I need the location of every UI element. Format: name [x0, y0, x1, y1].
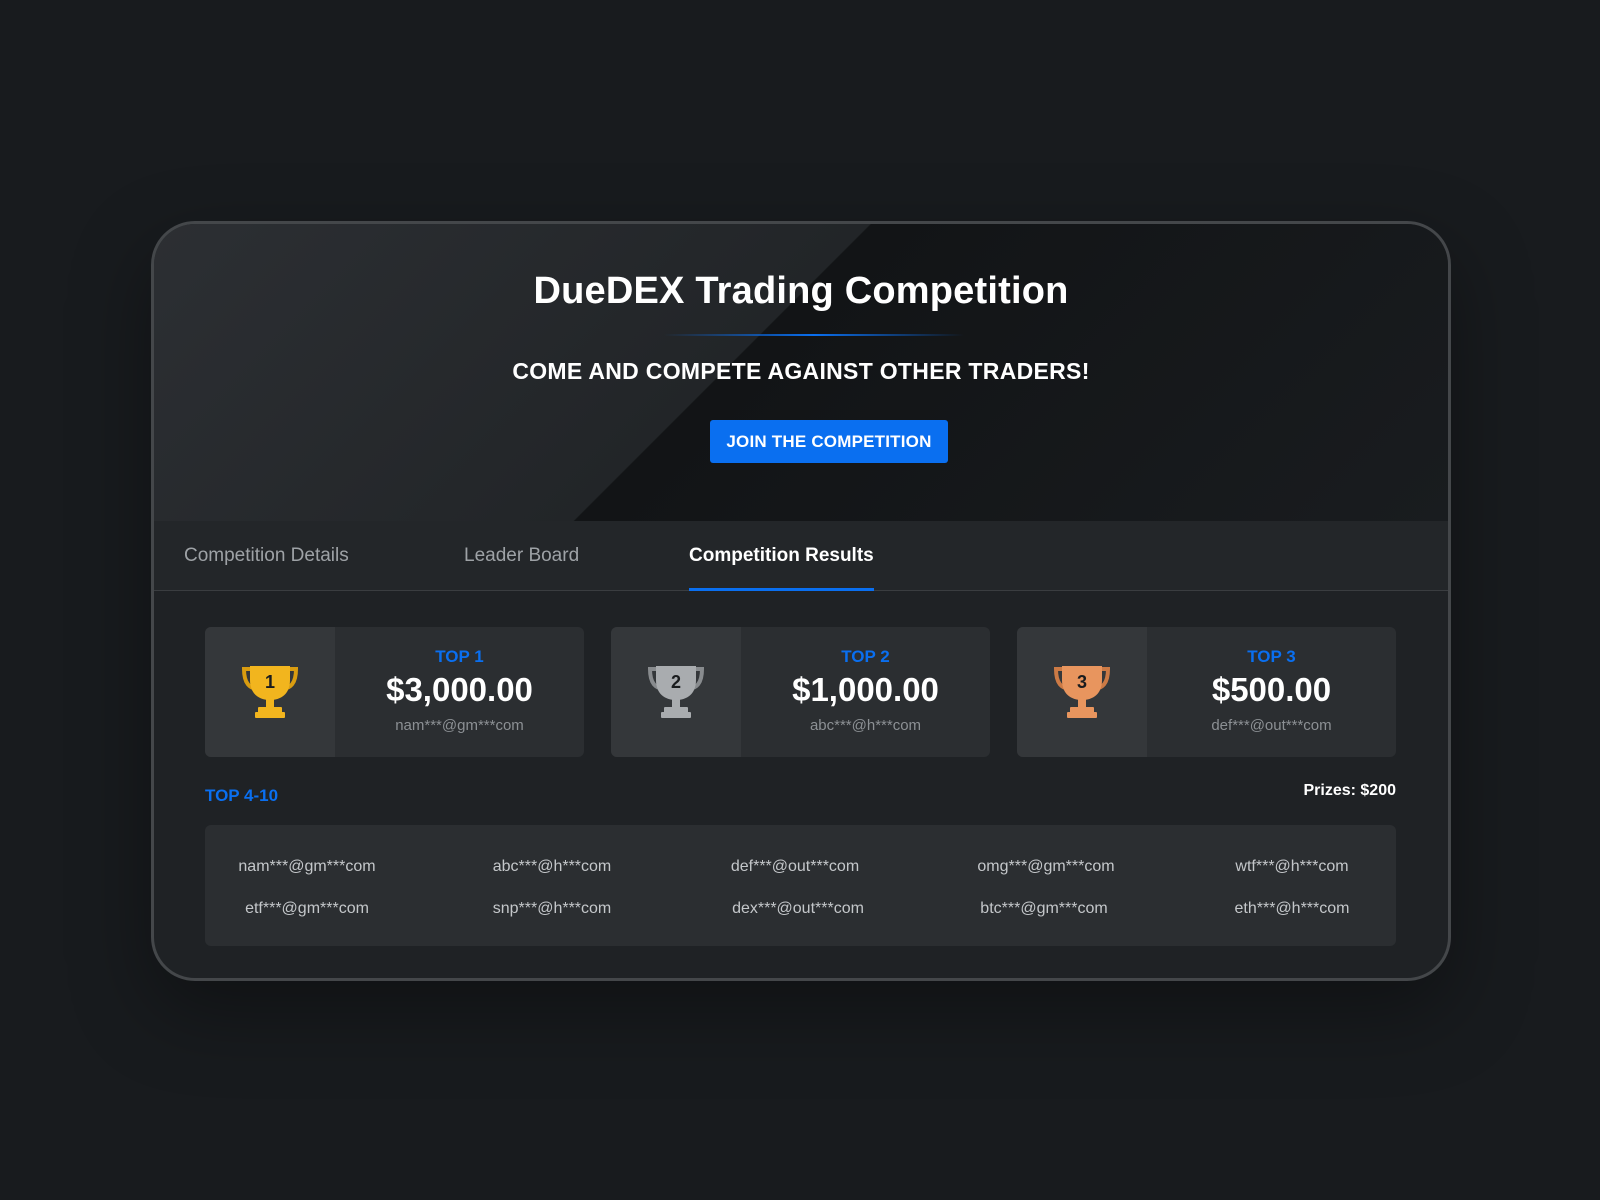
list-item: btc***@gm***com	[980, 900, 1108, 917]
trophy-box: 2	[611, 627, 741, 757]
winner-email: abc***@h***com	[809, 717, 922, 734]
winner-email: def***@out***com	[1211, 717, 1332, 734]
rank-label: TOP 2	[841, 647, 890, 666]
top-4-10-label: TOP 4-10	[205, 786, 279, 805]
list-item: eth***@h***com	[1234, 900, 1350, 917]
page-subtitle: COME AND COMPETE AGAINST OTHER TRADERS!	[512, 358, 1090, 384]
join-competition-button[interactable]: JOIN THE COMPETITION	[710, 420, 948, 463]
list-item: dex***@out***com	[732, 900, 864, 917]
podium-card-1: 1 TOP 1 $3,000.00 nam***@gm***com	[205, 627, 584, 757]
gold-trophy-icon: 1	[241, 666, 299, 718]
tab-competition-details[interactable]: Competition Details	[184, 521, 349, 590]
list-item: abc***@h***com	[492, 858, 612, 875]
svg-text:1: 1	[265, 672, 275, 692]
tab-bar: Competition Details Leader Board Competi…	[154, 521, 1448, 591]
winner-email: nam***@gm***com	[395, 717, 524, 734]
hero-banner: DueDEX Trading Competition COME AND COMP…	[154, 224, 1448, 521]
competition-card: DueDEX Trading Competition COME AND COMP…	[151, 221, 1451, 981]
svg-text:2: 2	[671, 672, 681, 692]
prizes-label: Prizes: $200	[1303, 782, 1396, 799]
page-title: DueDEX Trading Competition	[533, 270, 1069, 312]
list-item: etf***@gm***com	[245, 900, 369, 917]
trophy-box: 1	[205, 627, 335, 757]
svg-text:3: 3	[1077, 672, 1087, 692]
title-divider	[664, 334, 964, 336]
rank-label: TOP 1	[435, 647, 484, 666]
list-item: snp***@h***com	[492, 900, 612, 917]
silver-trophy-icon: 2	[647, 666, 705, 718]
prize-amount: $3,000.00	[386, 671, 533, 708]
list-item: omg***@gm***com	[977, 858, 1115, 875]
prize-amount: $1,000.00	[792, 671, 939, 708]
podium-card-2: 2 TOP 2 $1,000.00 abc***@h***com	[611, 627, 990, 757]
podium-card-3: 3 TOP 3 $500.00 def***@out***com	[1017, 627, 1396, 757]
prize-amount: $500.00	[1211, 671, 1332, 708]
rank-label: TOP 3	[1247, 647, 1296, 666]
tab-competition-results[interactable]: Competition Results	[689, 521, 874, 591]
list-item: nam***@gm***com	[238, 858, 376, 875]
list-item: wtf***@h***com	[1235, 858, 1349, 875]
tab-leader-board[interactable]: Leader Board	[464, 521, 579, 590]
winners-list: nam***@gm***com abc***@h***com def***@ou…	[205, 825, 1396, 946]
bronze-trophy-icon: 3	[1053, 666, 1111, 718]
trophy-box: 3	[1017, 627, 1147, 757]
list-item: def***@out***com	[730, 858, 860, 875]
